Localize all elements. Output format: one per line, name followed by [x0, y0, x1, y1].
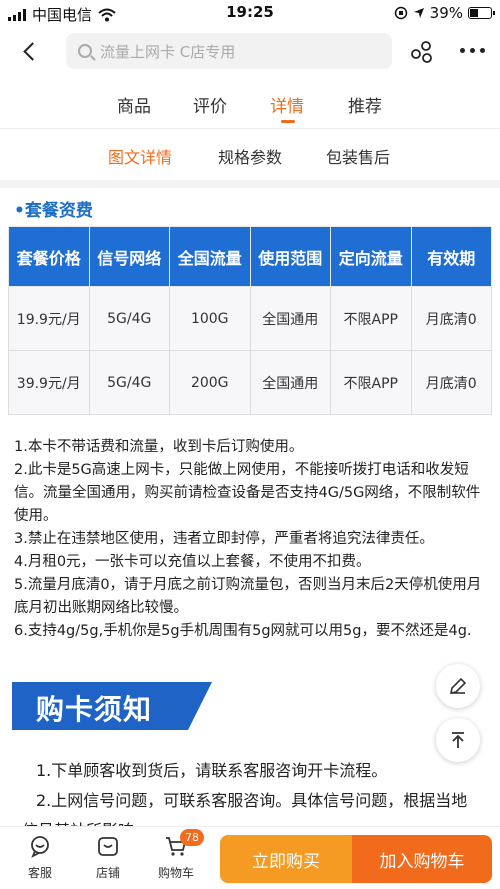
note-item: 6.支持4g/5g,手机你是5g手机周围有5g网就可以用5g，要不然还是4g. — [14, 623, 472, 639]
battery-level — [470, 9, 478, 17]
battery-icon — [468, 7, 495, 19]
table-cell: 5G/4G — [88, 350, 170, 415]
table-cell: 5G/4G — [88, 286, 170, 351]
sub-tabs: 图文详情 规格参数 包装售后 — [0, 144, 500, 170]
subtab-graphic-details[interactable]: 图文详情 — [108, 144, 172, 168]
note-item: 4.月租0元，一张卡可以充值以上套餐，不使用不扣费。 — [14, 554, 371, 570]
table-cell: 不限APP — [330, 286, 412, 351]
shop-button[interactable]: 店铺 — [78, 833, 138, 881]
cart-button[interactable]: 78 购物车 — [146, 829, 206, 881]
location-icon — [413, 8, 424, 18]
table-header: 全国流量 — [169, 226, 251, 287]
table-cell: 100G — [169, 286, 251, 351]
table-cell: 月底清0 — [410, 350, 492, 415]
customer-service-icon — [31, 836, 49, 858]
table-cell: 不限APP — [330, 350, 412, 415]
tab-reviews[interactable]: 评价 — [193, 92, 227, 117]
edit-icon — [449, 677, 467, 695]
shop-icon — [98, 837, 118, 856]
status-bar: 中国电信 19:25 39% — [0, 0, 500, 26]
table-row: 19.9元/月 5G/4G 100G 全国通用 不限APP 月底清0 — [8, 286, 492, 351]
table-cell: 39.9元/月 — [8, 350, 90, 415]
search-placeholder: 流量上网卡 C店专用 — [100, 42, 236, 61]
table-cell: 全国通用 — [249, 286, 331, 351]
tab-recommend[interactable]: 推荐 — [348, 92, 382, 117]
table-cell: 200G — [169, 350, 251, 415]
notice-title: 购卡须知 — [36, 693, 153, 726]
table-header: 使用范围 — [249, 226, 331, 287]
arrow-up-icon — [452, 732, 464, 748]
cart-label: 购物车 — [157, 866, 194, 880]
customer-service-button[interactable]: 客服 — [10, 833, 70, 881]
customer-service-label: 客服 — [27, 866, 52, 880]
shop-label: 店铺 — [95, 866, 120, 880]
buy-now-button[interactable]: 立即购买 — [220, 835, 352, 883]
notice-banner: 购卡须知 — [12, 682, 212, 730]
status-right: 39% — [394, 4, 495, 22]
header: 流量上网卡 C店专用 — [0, 28, 500, 74]
table-header-row: 套餐价格 信号网络 全国流量 使用范围 定向流量 有效期 — [8, 226, 492, 287]
table-header: 信号网络 — [88, 226, 170, 287]
table-header: 定向流量 — [330, 226, 412, 287]
tab-product[interactable]: 商品 — [117, 92, 151, 117]
plan-table: 套餐价格 信号网络 全国流量 使用范围 定向流量 有效期 19.9元/月 5G/… — [8, 226, 492, 415]
bottom-bar: 客服 店铺 78 购物车 立即购买 加入购物车 — [0, 826, 500, 889]
tab-details[interactable]: 详情 — [270, 92, 304, 117]
active-tab-indicator — [281, 120, 295, 123]
detail-tabs: 商品 评价 详情 推荐 — [0, 84, 500, 126]
plan-section-title: •套餐资费 — [14, 201, 93, 221]
battery-percent: 39% — [429, 4, 463, 22]
note-item: 1.本卡不带话费和流量，收到卡后订购使用。 — [14, 439, 304, 455]
plan-notes: 1.本卡不带话费和流量，收到卡后订购使用。 2.此卡是5G高速上网卡，只能做上网… — [14, 436, 492, 643]
back-button[interactable] — [14, 36, 44, 66]
note-item: 5.流量月底清0，请于月底之前订购流量包，否则当月末后2天停机使用月底月初出账期… — [14, 577, 482, 616]
more-menu-button[interactable] — [460, 48, 485, 53]
orientation-lock-icon — [394, 6, 407, 20]
share-icon[interactable] — [408, 38, 434, 64]
table-header: 套餐价格 — [8, 226, 90, 287]
table-cell: 全国通用 — [249, 350, 331, 415]
scroll-top-button[interactable] — [436, 718, 480, 762]
subtab-packaging[interactable]: 包装售后 — [326, 144, 390, 168]
search-icon — [78, 44, 92, 58]
subtab-specs[interactable]: 规格参数 — [218, 144, 282, 168]
add-to-cart-button[interactable]: 加入购物车 — [352, 835, 492, 883]
divider — [0, 128, 500, 129]
section-divider — [0, 180, 500, 188]
table-cell: 19.9元/月 — [8, 286, 90, 351]
table-header: 有效期 — [410, 226, 492, 287]
search-input[interactable]: 流量上网卡 C店专用 — [66, 33, 392, 69]
chevron-left-icon — [22, 41, 42, 61]
table-row: 39.9元/月 5G/4G 200G 全国通用 不限APP 月底清0 — [8, 350, 492, 415]
notice-item: 1.下单顾客收到货后，请联系客服咨询开卡流程。 — [36, 761, 388, 780]
edit-button[interactable] — [436, 664, 480, 708]
note-item: 2.此卡是5G高速上网卡，只能做上网使用，不能接听拨打电话和收发短信。流量全国通… — [14, 462, 481, 524]
note-item: 3.禁止在违禁地区使用，违者立即封停，严重者将追究法律责任。 — [14, 531, 434, 547]
table-cell: 月底清0 — [410, 286, 492, 351]
cart-count-badge: 78 — [180, 829, 204, 846]
